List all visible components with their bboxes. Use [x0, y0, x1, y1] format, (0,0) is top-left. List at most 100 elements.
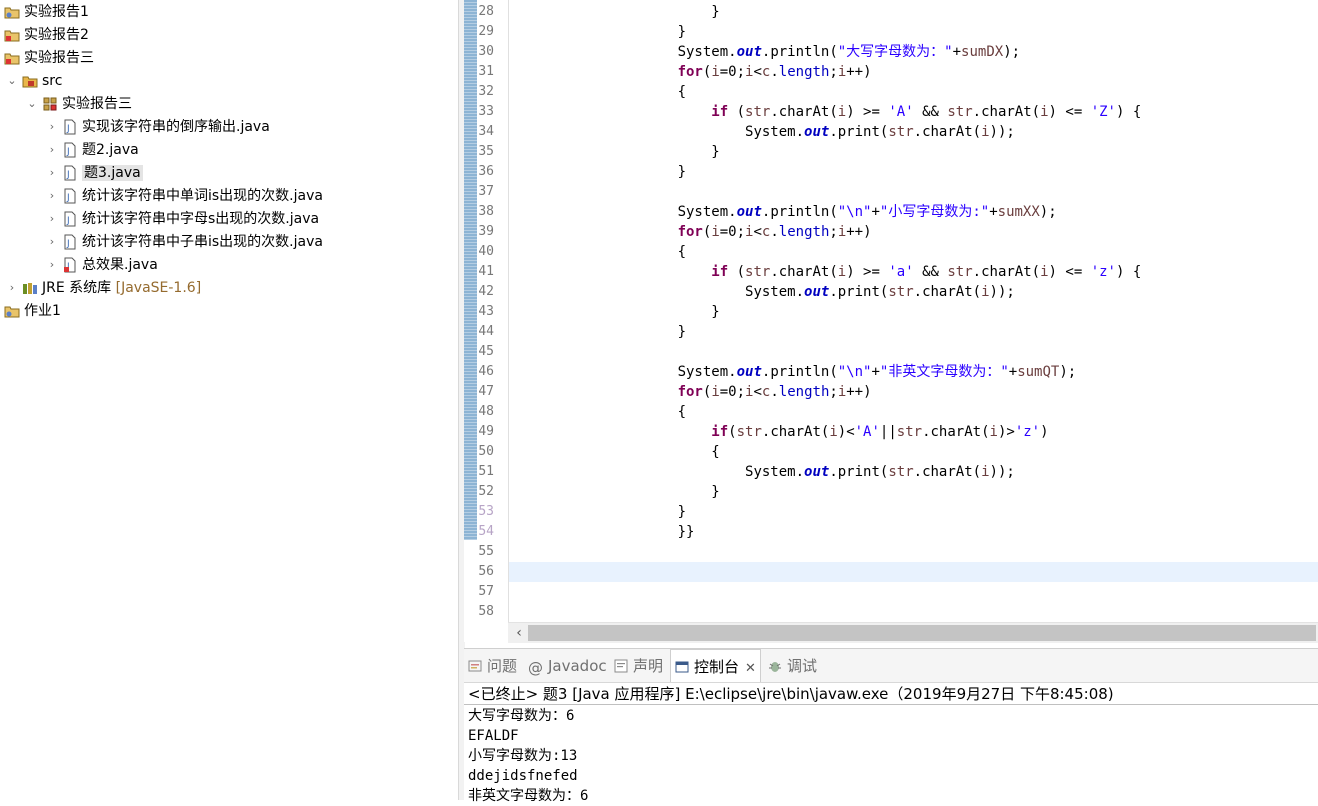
tree-item-java-file[interactable]: › J 统计该字符串中子串is出现的次数.java — [46, 231, 323, 253]
code-token: str — [947, 264, 973, 280]
tree-item-java-file-selected[interactable]: › J 题3.java — [46, 162, 143, 184]
code-line[interactable]: System.out.println("\n"+"小写字母数为:"+sumXX)… — [509, 202, 1057, 222]
code-line[interactable]: for(i=0;i<c.length;i++) — [509, 222, 872, 242]
scroll-left-icon[interactable]: ‹ — [512, 623, 526, 643]
code-line[interactable]: if (str.charAt(i) >= 'a' && str.charAt(i… — [509, 262, 1141, 282]
chevron-right-icon[interactable]: › — [46, 231, 58, 253]
line-number: 53 — [478, 504, 494, 519]
code-line[interactable]: } — [509, 502, 686, 522]
project-icon — [4, 7, 20, 19]
line-number: 38 — [478, 204, 494, 219]
tree-item-java-file[interactable]: › J 统计该字符串中字母s出现的次数.java — [46, 208, 319, 230]
chevron-right-icon[interactable]: › — [46, 116, 58, 138]
code-token: .charAt( — [913, 124, 982, 140]
code-line[interactable]: System.out.println("\n"+"非英文字母数为："+sumQT… — [509, 362, 1077, 382]
chevron-right-icon[interactable]: › — [46, 185, 58, 207]
code-line[interactable]: System.out.print(str.charAt(i)); — [509, 462, 1015, 482]
tree-item-java-file-error[interactable]: ›J总效果.java — [46, 254, 158, 276]
chevron-down-icon[interactable]: ⌄ — [6, 70, 18, 92]
package-explorer: 实验报告1 实验报告2 实验报告三 ⌄ src ⌄ 实验报告三 › J 实现该字符串的倒… — [0, 0, 458, 800]
code-line[interactable]: } — [509, 22, 686, 42]
tab-declaration[interactable]: 声明 — [614, 649, 663, 682]
code-token: { — [711, 444, 720, 460]
tree-item-project-2[interactable]: 实验报告2 — [4, 24, 89, 46]
code-token: if — [711, 424, 729, 440]
code-line[interactable]: { — [509, 242, 686, 262]
library-icon — [23, 283, 37, 294]
code-token: { — [677, 244, 687, 260]
svg-text:J: J — [66, 147, 70, 157]
code-line[interactable]: System.out.println("大写字母数为："+sumDX); — [509, 42, 1020, 62]
tab-problems[interactable]: 问题 — [468, 649, 517, 682]
close-icon[interactable]: ✕ — [745, 661, 756, 676]
code-token: System. — [677, 364, 737, 380]
chevron-right-icon[interactable]: › — [46, 208, 58, 230]
code-token: )> — [997, 424, 1015, 440]
code-line[interactable]: if(str.charAt(i)<'A'||str.charAt(i)>'z') — [509, 422, 1048, 442]
code-token: .println( — [761, 364, 838, 380]
tree-item-src[interactable]: ⌄ src — [6, 70, 62, 92]
code-line[interactable]: } — [509, 322, 686, 342]
tab-javadoc[interactable]: @ Javadoc — [528, 649, 607, 682]
code-line[interactable]: } — [509, 162, 686, 182]
code-line[interactable]: for(i=0;i<c.length;i++) — [509, 62, 872, 82]
code-line[interactable]: } — [509, 482, 719, 502]
code-area[interactable]: } } System.out.println("大写字母数为："+sumDX);… — [509, 0, 1318, 622]
code-line[interactable]: } — [509, 302, 719, 322]
chevron-right-icon[interactable]: › — [46, 139, 58, 161]
scrollbar-thumb[interactable] — [528, 625, 1316, 641]
tree-item-jre-library[interactable]: › JRE 系统库 [JavaSE-1.6] — [6, 277, 201, 299]
line-number: 28 — [478, 4, 494, 19]
code-token: .charAt( — [972, 264, 1041, 280]
code-line[interactable]: } — [509, 142, 719, 162]
horizontal-scrollbar[interactable]: ‹ — [508, 622, 1318, 643]
tree-item-java-file[interactable]: › J 统计该字符串中单词is出现的次数.java — [46, 185, 323, 207]
tab-console[interactable]: 控制台 ✕ — [670, 649, 761, 682]
code-line[interactable]: }} — [509, 522, 695, 542]
tab-debug[interactable]: 调试 — [768, 649, 817, 682]
tree-item-package[interactable]: ⌄ 实验报告三 — [26, 93, 132, 115]
code-line[interactable]: { — [509, 442, 720, 462]
line-number: 36 — [478, 164, 494, 179]
code-token: =0; — [719, 224, 746, 240]
code-token: .charAt( — [972, 104, 1041, 120]
code-line[interactable]: System.out.print(str.charAt(i)); — [509, 282, 1015, 302]
line-number: 29 — [478, 24, 494, 39]
chevron-right-icon[interactable]: › — [46, 162, 58, 184]
code-token: 'a' — [888, 264, 914, 280]
tree-item-java-file[interactable]: › J 题2.java — [46, 139, 139, 161]
code-token: ); — [1003, 44, 1021, 60]
jre-version: [JavaSE-1.6] — [115, 280, 202, 296]
code-line[interactable]: { — [509, 402, 686, 422]
chevron-down-icon[interactable]: ⌄ — [26, 93, 38, 115]
console-separator — [464, 704, 1318, 705]
code-token: i — [989, 424, 998, 440]
code-token: ) <= — [1048, 264, 1091, 280]
package-icon — [43, 97, 57, 111]
code-token: || — [879, 424, 897, 440]
tree-item-project-4[interactable]: 作业1 — [4, 300, 61, 322]
code-token: i — [837, 224, 847, 240]
code-line[interactable]: if (str.charAt(i) >= 'A' && str.charAt(i… — [509, 102, 1141, 122]
code-line[interactable]: for(i=0;i<c.length;i++) — [509, 382, 872, 402]
code-token: i — [837, 384, 847, 400]
console-output-line: 非英文字母数为：6 — [468, 788, 589, 804]
tree-item-project-3[interactable]: 实验报告三 — [4, 47, 94, 69]
code-editor[interactable]: 28 29 30 31 32 33 34 35 36 37 38 39 40 41 42 43 44 45 46 47… — [464, 0, 1318, 643]
chevron-right-icon[interactable]: › — [6, 277, 18, 299]
line-number: 58 — [478, 604, 494, 619]
console-status: <已终止> 题3 [Java 应用程序] E:\eclipse\jre\bin\… — [468, 685, 1114, 703]
code-token: + — [952, 44, 962, 60]
tree-item-java-file[interactable]: › J 实现该字符串的倒序输出.java — [46, 116, 270, 138]
tree-item-project-1[interactable]: 实验报告1 — [4, 1, 89, 23]
code-token: i — [837, 104, 847, 120]
code-line[interactable]: System.out.print(str.charAt(i)); — [509, 122, 1015, 142]
code-token: ( — [728, 264, 746, 280]
code-line[interactable]: { — [509, 82, 686, 102]
code-token: < — [753, 224, 762, 240]
code-line[interactable]: } — [509, 2, 719, 22]
chevron-right-icon[interactable]: › — [46, 254, 58, 276]
